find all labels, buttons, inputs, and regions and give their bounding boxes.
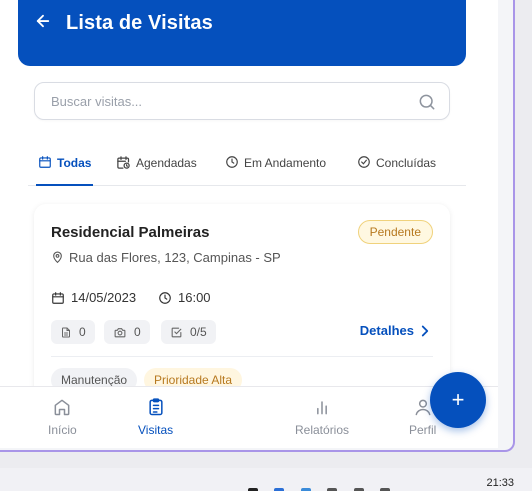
tab-agendadas[interactable]: Agendadas	[116, 156, 197, 186]
search-box[interactable]	[34, 82, 450, 120]
visit-name: Residencial Palmeiras	[51, 224, 210, 241]
visit-date: 14/05/2023	[51, 290, 136, 305]
home-icon	[54, 399, 70, 416]
header: Lista de Visitas	[18, 0, 466, 66]
visit-address: Rua das Flores, 123, Campinas - SP	[51, 250, 281, 265]
clipboard-icon	[148, 398, 163, 416]
map-pin-icon	[53, 251, 62, 264]
calendar-icon	[52, 291, 64, 304]
system-clock: 21:33	[486, 477, 514, 489]
documents-count: 0	[51, 320, 95, 344]
visit-time: 16:00	[158, 290, 211, 305]
camera-icon	[114, 327, 126, 337]
nav-item-relatorios[interactable]: Relatórios	[295, 397, 349, 437]
page-title: Lista de Visitas	[66, 12, 213, 34]
app-window: Lista de Visitas Todas Agendadas Em Anda…	[0, 0, 515, 452]
visit-card[interactable]: Residencial Palmeiras Pendente Rua das F…	[34, 204, 450, 404]
system-tray	[248, 485, 402, 491]
status-badge: Pendente	[357, 220, 433, 244]
checkbox-icon	[171, 327, 182, 337]
bar-chart-icon	[317, 401, 327, 415]
check-circle-icon	[358, 156, 370, 168]
system-taskbar: 21:33	[0, 468, 532, 491]
document-icon	[62, 327, 70, 337]
clock-icon	[159, 291, 171, 304]
card-divider	[51, 356, 433, 357]
nav-item-inicio[interactable]: Início	[48, 397, 77, 437]
calendar-clock-icon	[117, 156, 130, 169]
tab-todas[interactable]: Todas	[36, 156, 94, 186]
app-content: Lista de Visitas Todas Agendadas Em Anda…	[0, 0, 498, 448]
tab-em-andamento[interactable]: Em Andamento	[225, 156, 326, 186]
checklist-count: 0/5	[161, 320, 216, 344]
photos-count: 0	[104, 320, 150, 344]
plus-icon: +	[451, 387, 465, 412]
nav-item-visitas[interactable]: Visitas	[138, 397, 173, 437]
chevron-right-icon	[421, 325, 429, 336]
add-visit-button[interactable]: +	[430, 372, 486, 428]
search-input[interactable]	[51, 93, 391, 109]
filter-tabs: Todas Agendadas Em Andamento Concluídas	[28, 146, 466, 186]
arrow-left-icon[interactable]	[34, 12, 52, 36]
calendar-icon	[39, 156, 51, 168]
bottom-navigation: Início Visitas Relatórios Perfil	[0, 386, 498, 448]
clock-icon	[226, 156, 238, 168]
tab-concluidas[interactable]: Concluídas	[357, 156, 436, 186]
search-icon[interactable]	[417, 92, 437, 117]
details-link[interactable]: Detalhes	[360, 323, 430, 338]
